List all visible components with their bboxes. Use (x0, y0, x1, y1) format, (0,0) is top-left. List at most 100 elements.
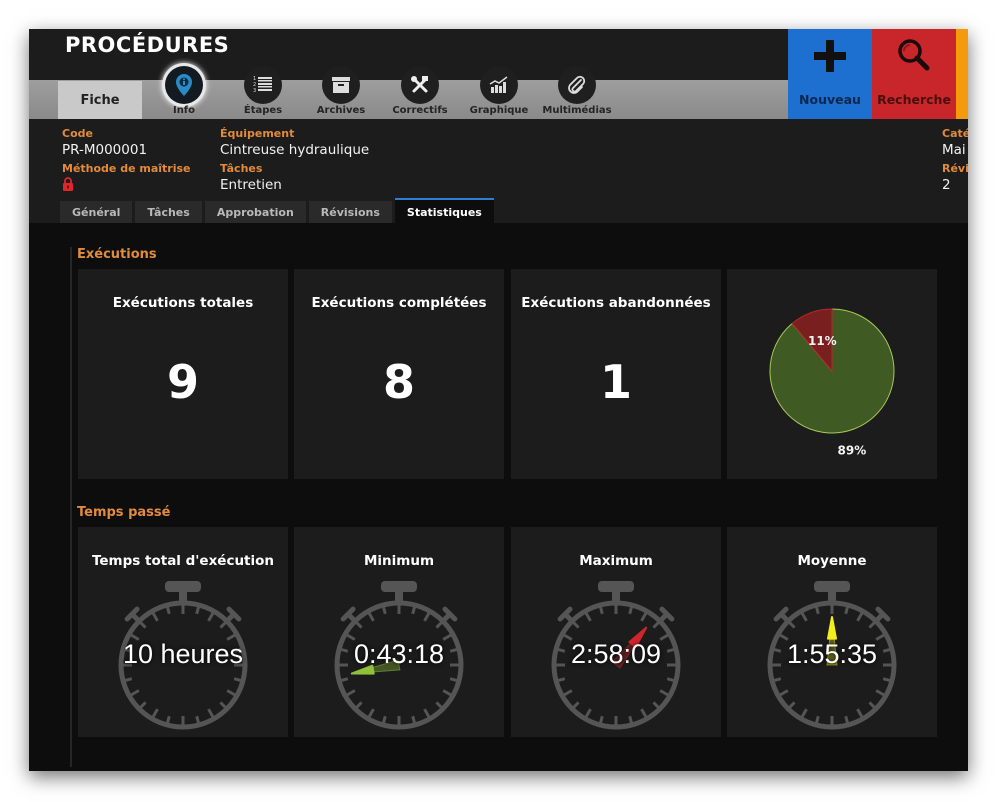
categorie-label: Catég (942, 127, 968, 140)
nav-graphique[interactable]: Graphique (459, 66, 539, 119)
stopwatch-tick (844, 715, 849, 724)
stopwatch-tick (382, 606, 387, 615)
stopwatch-tick (139, 621, 147, 629)
revision-value: 2 (942, 177, 951, 193)
stopwatch-tick (195, 606, 200, 615)
section-divider (70, 505, 72, 767)
stopwatch-tick (442, 689, 452, 697)
stopwatch-tick (355, 621, 363, 629)
stopwatch-tick (882, 677, 891, 682)
stopwatch-tick (572, 621, 580, 629)
stopwatch-tick (219, 621, 227, 629)
card-temps-maximum: Maximum 2:58:09 (511, 527, 721, 737)
executions-section-title: Exécutions (77, 247, 157, 262)
card-temps-moyenne: Moyenne 1:55:35 (727, 527, 937, 737)
tools-icon (401, 66, 439, 104)
archive-box-icon (322, 66, 360, 104)
stopwatch-tick (868, 701, 876, 709)
stopwatch-tick (166, 715, 171, 724)
nouveau-label: Nouveau (799, 92, 861, 107)
card-label: Minimum (363, 553, 435, 569)
tab-approbation[interactable]: Approbation (204, 201, 306, 224)
stopwatch-tick (599, 715, 604, 724)
stopwatch-tick (151, 708, 159, 718)
lock-icon (63, 177, 73, 191)
executions-pie-chart: 89% 11% (769, 308, 895, 458)
revision-label: Révis (942, 162, 968, 175)
chart-icon (480, 66, 518, 104)
nav-multimedias-label: Multimédias (542, 105, 612, 116)
stopwatch-tick (355, 701, 363, 709)
nav-graphique-label: Graphique (469, 105, 529, 116)
stopwatch-tick (815, 606, 820, 615)
tab-taches[interactable]: Tâches (135, 201, 202, 224)
plus-icon (814, 40, 846, 72)
stopwatch-tick (219, 701, 227, 709)
subtab-bar: Général Tâches Approbation Révisions Sta… (60, 198, 494, 224)
stopwatch-tick (640, 708, 648, 718)
app-window: PROCÉDURES Fiche Info 123 Étapes Archive… (29, 29, 968, 771)
stopwatch-tick (773, 677, 782, 682)
stopwatch-tick (435, 621, 443, 629)
card-executions-totales: Exécutions totales 9 (78, 269, 288, 479)
tab-general[interactable]: Général (60, 201, 133, 224)
code-label: Code (62, 127, 93, 140)
nav-multimedias[interactable]: Multimédias (537, 66, 617, 119)
stopwatch-tick (411, 715, 416, 724)
card-label: Moyenne (797, 553, 867, 569)
temps-section-title: Temps passé (77, 505, 171, 520)
stopwatch-crown (814, 581, 850, 592)
nav-correctifs[interactable]: Correctifs (380, 66, 460, 119)
tab-statistiques[interactable]: Statistiques (394, 198, 494, 224)
pie-label-0: 89% (838, 444, 867, 458)
card-label: Exécutions totales (112, 295, 254, 311)
methode-label: Méthode de maîtrise (62, 162, 191, 175)
stopwatch-tick (207, 612, 215, 622)
stopwatch-tick (195, 715, 200, 724)
stopwatch-tick (346, 689, 356, 697)
stopwatch-tick (226, 689, 236, 697)
header: PROCÉDURES Fiche Info 123 Étapes Archive… (29, 29, 968, 119)
nav-info[interactable]: Info (144, 66, 224, 119)
stopwatch-tick (666, 677, 675, 682)
recherche-button[interactable]: Recherche (872, 29, 956, 119)
stopwatch-tick (411, 606, 416, 615)
stopwatch-tick (800, 708, 808, 718)
stopwatch-tick (563, 689, 573, 697)
stopwatch-tick (640, 612, 648, 622)
nav-archives-label: Archives (316, 105, 366, 116)
pie-label-1: 11% (808, 334, 837, 348)
stopwatch-tick (139, 701, 147, 709)
tab-revisions[interactable]: Révisions (308, 201, 392, 224)
magnifier-icon (898, 39, 930, 71)
stopwatch-crown (165, 581, 201, 592)
card-value: 8 (382, 355, 415, 409)
stopwatch-tick (367, 612, 375, 622)
stopwatch-crown (381, 581, 417, 592)
fiche-tab[interactable]: Fiche (58, 81, 142, 119)
stopwatch-tick (166, 606, 171, 615)
stopwatch-tick (423, 612, 431, 622)
card-executions-abandonnees: Exécutions abandonnées 1 (511, 269, 721, 479)
stopwatch-tick (130, 689, 140, 697)
stopwatch-tick (449, 677, 458, 682)
stopwatch-tick (382, 715, 387, 724)
stopwatch-tick (151, 612, 159, 622)
stopwatch-tick (423, 708, 431, 718)
stopwatch-tick (584, 612, 592, 622)
info-pin-icon (165, 66, 203, 104)
card-temps-total: Temps total d'exécution 10 heures (78, 527, 288, 737)
card-label: Exécutions abandonnées (521, 295, 711, 311)
taches-value: Entretien (220, 177, 282, 193)
app-title: PROCÉDURES (65, 33, 230, 57)
stopwatch-tick (584, 708, 592, 718)
stopwatch-tick (788, 701, 796, 709)
statistics-panel: Exécutions Exécutions totales 9 Exécutio… (29, 223, 968, 771)
nouveau-button[interactable]: Nouveau (788, 29, 872, 119)
nav-archives[interactable]: Archives (301, 66, 381, 119)
stopwatch-tick (659, 689, 669, 697)
nav-correctifs-label: Correctifs (392, 105, 448, 116)
stopwatch-tick (207, 708, 215, 718)
stopwatch-tick (233, 677, 242, 682)
nav-etapes[interactable]: 123 Étapes (223, 66, 303, 119)
